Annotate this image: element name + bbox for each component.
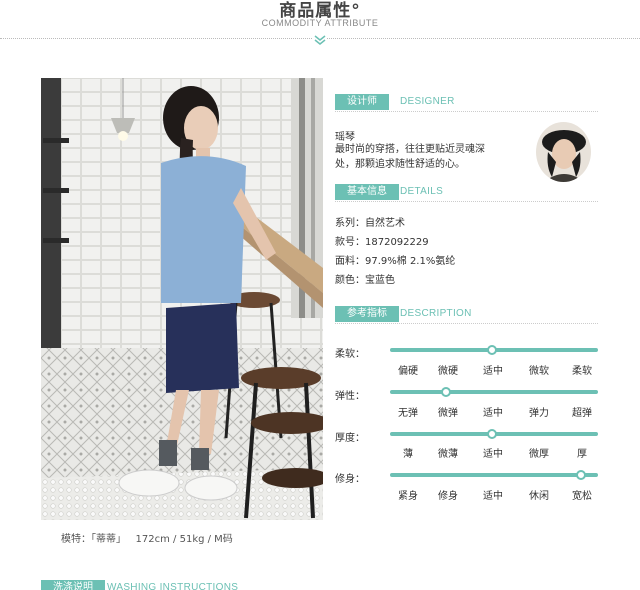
detail-fabric: 面料：97.9%棉 2.1%氨纶 — [335, 256, 456, 267]
description-tag-en: DESCRIPTION — [400, 308, 472, 319]
washing-tag-en: WASHING INSTRUCTIONS — [107, 582, 239, 590]
description-header: 参考指标 DESCRIPTION — [335, 306, 598, 324]
description-tag: 参考指标 — [335, 306, 399, 322]
designer-description: 最时尚的穿搭，往往更贴近灵魂深 处，那颗追求随性舒适的心。 — [335, 144, 485, 170]
indicator-knob — [576, 470, 587, 480]
details-tag-en: DETAILS — [400, 186, 444, 197]
indicator-option: 紧身 — [398, 491, 418, 502]
indicator-option: 微硬 — [438, 366, 458, 377]
indicator-option: 薄 — [403, 449, 413, 460]
indicator-label: 厚度： — [335, 433, 365, 444]
washing-header: 洗涤说明 WASHING INSTRUCTIONS — [41, 580, 301, 590]
indicator-option: 微软 — [529, 366, 549, 377]
indicator-label: 弹性： — [335, 391, 365, 402]
designer-header: 设计师 DESIGNER — [335, 94, 598, 112]
indicator-option: 无弹 — [398, 408, 418, 419]
section-subtitle: COMMODITY ATTRIBUTE — [261, 18, 379, 28]
model-caption: 模特：「蒂蒂」 172cm / 51kg / M码 — [61, 534, 233, 545]
indicator-option: 适中 — [483, 491, 503, 502]
indicator-knob — [486, 429, 497, 439]
designer-tag-en: DESIGNER — [400, 96, 455, 107]
indicator-option: 微薄 — [438, 449, 458, 460]
avatar — [536, 122, 591, 182]
indicator-option: 微厚 — [529, 449, 549, 460]
indicator-option: 宽松 — [572, 491, 592, 502]
designer-name: 瑶琴 — [335, 132, 355, 143]
indicator-knob — [486, 345, 497, 355]
indicator-option: 适中 — [483, 408, 503, 419]
indicator-option: 休闲 — [529, 491, 549, 502]
indicator-option: 修身 — [438, 491, 458, 502]
indicator-option: 适中 — [483, 449, 503, 460]
model-photo — [41, 78, 323, 520]
detail-style-number: 款号：1872092229 — [335, 237, 429, 248]
indicator-option: 微弹 — [438, 408, 458, 419]
indicator-bar — [390, 345, 598, 355]
detail-color: 颜色：宝蓝色 — [335, 275, 395, 286]
indicator-bar — [390, 429, 598, 439]
details-tag: 基本信息 — [335, 184, 399, 200]
chevron-down-icon — [313, 34, 327, 46]
indicator-knob — [441, 387, 452, 397]
designer-tag: 设计师 — [335, 94, 389, 110]
indicator-bar — [390, 387, 598, 397]
indicator-option: 适中 — [483, 366, 503, 377]
indicator-bar — [390, 470, 598, 480]
indicator-option: 超弹 — [572, 408, 592, 419]
details-header: 基本信息 DETAILS — [335, 184, 598, 202]
indicator-label: 修身： — [335, 474, 365, 485]
indicator-option: 偏硬 — [398, 366, 418, 377]
indicator-option: 厚 — [577, 449, 587, 460]
indicator-option: 弹力 — [529, 408, 549, 419]
indicator-option: 柔软 — [572, 366, 592, 377]
washing-tag: 洗涤说明 — [41, 580, 105, 590]
detail-series: 系列：自然艺术 — [335, 218, 405, 229]
indicator-label: 柔软： — [335, 349, 365, 360]
